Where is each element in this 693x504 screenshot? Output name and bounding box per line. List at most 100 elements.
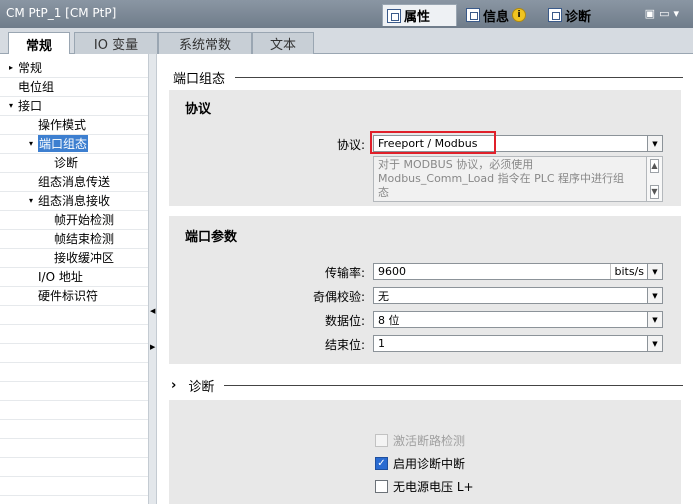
tree-item-label: I/O 地址 [38,270,83,284]
tree-item[interactable]: 诊断 [42,153,78,172]
tree-item[interactable]: ▸ 常规 [6,58,42,77]
tab-diagnostics-label: 诊断 [565,9,592,25]
tree-item-label: 接收缓冲区 [54,251,115,265]
checkmark-icon: ✓ [375,457,388,470]
tab-properties-label: 属性 [404,10,431,25]
expand-right-icon[interactable]: ▶ [150,343,155,351]
note-scrollbar[interactable]: ▲ ▼ [646,157,662,201]
minimize-icon[interactable]: ▭ [659,7,673,20]
tree-row-line [0,115,148,116]
tree-row-line [0,267,148,268]
tree-expander-icon[interactable]: ▸ [6,63,16,72]
tree-item[interactable]: 组态消息传送 [26,172,110,191]
chevron-down-icon[interactable]: ▼ [647,264,662,279]
tree-row-line [0,419,148,420]
tree-item[interactable]: 操作模式 [26,115,86,134]
section-divider [224,385,683,386]
tree-row-line [0,229,148,230]
tab-properties[interactable]: 属性 [382,4,457,26]
no-supply-voltage-label: 无电源电压 L+ [393,480,474,494]
tree-item[interactable]: 接收缓冲区 [42,248,114,267]
highlight-outline [370,131,496,154]
wire-break-checkbox[interactable]: 激活断路检测 [375,432,465,449]
tree-row-line [0,286,148,287]
baud-select[interactable]: 9600 bits/s ▼ [373,263,663,280]
tree-item[interactable]: 帧开始检测 [42,210,114,229]
tree-item-label: 端口组态 [38,135,89,152]
info-badge-icon: i [512,8,527,22]
restore-icon[interactable]: ▣ [645,7,659,20]
parity-value: 无 [378,289,389,303]
no-supply-voltage-checkbox[interactable]: 无电源电压 L+ [375,478,474,495]
tab-texts[interactable]: 文本 [252,32,314,54]
diagnostics-panel: 激活断路检测 ✓ 启用诊断中断 无电源电压 L+ [169,400,681,504]
tab-general[interactable]: 常规 [8,32,70,55]
section-diagnostics[interactable]: › 诊断 [171,376,683,395]
sub-tab-bar: 常规 IO 变量 系统常数 文本 [0,28,693,55]
baud-value: 9600 [378,265,406,278]
tree-item[interactable]: 帧结束检测 [42,229,114,248]
protocol-panel: 协议 协议: Freeport / Modbus ▼ 对于 MODBUS 协议，… [169,90,681,206]
tree-row-line [0,153,148,154]
section-port-config: 端口组态 [173,68,683,87]
section-diagnostics-title: 诊断 [188,380,215,395]
protocol-panel-title: 协议 [185,102,212,117]
wire-break-label: 激活断路检测 [393,434,466,448]
section-port-config-title: 端口组态 [173,72,226,87]
note-line-2: Modbus_Comm_Load 指令在 PLC 程序中进行组 [378,172,625,185]
tree-row-line [0,324,148,325]
tree-item[interactable]: ▾ 端口组态 [26,134,89,153]
tree-item-label: 电位组 [18,80,55,94]
tree-row-line [0,400,148,401]
tab-diagnostics[interactable]: 诊断 [544,4,620,26]
window-controls[interactable]: ▣▭▾ [645,7,683,20]
stopbits-label: 结束位: [324,338,365,352]
chevron-down-icon[interactable]: ▼ [647,136,662,151]
tree-row-line [0,210,148,211]
section-divider [235,77,683,78]
tab-info[interactable]: 信息 i [462,4,542,26]
parity-select[interactable]: 无 ▼ [373,287,663,304]
note-line-3: 态 [378,186,389,199]
tree-item-label: 组态消息接收 [38,194,111,208]
tree-item-label: 帧开始检测 [54,213,115,227]
tree-item[interactable]: 电位组 [6,77,54,96]
chevron-down-icon[interactable]: ▼ [647,312,662,327]
tree-item[interactable]: 硬件标识符 [26,286,98,305]
checkbox-icon [375,480,388,493]
tab-system-constants[interactable]: 系统常数 [158,32,252,54]
window-title: CM PtP_1 [CM PtP] [6,6,117,20]
stopbits-select[interactable]: 1 ▼ [373,335,663,352]
tab-io-tags[interactable]: IO 变量 [74,32,158,54]
tree-row-line [0,362,148,363]
tree-expander-icon[interactable]: ▾ [26,139,36,148]
chevron-down-icon[interactable]: ▾ [673,7,683,20]
parity-label: 奇偶校验: [312,290,365,304]
scroll-down-icon[interactable]: ▼ [650,185,659,199]
stopbits-value: 1 [378,337,385,350]
tree-item-label: 硬件标识符 [38,289,99,303]
tree-item[interactable]: I/O 地址 [26,267,83,286]
tree-item[interactable]: ▾ 组态消息接收 [26,191,110,210]
chevron-down-icon[interactable]: ▼ [647,336,662,351]
databits-select[interactable]: 8 位 ▼ [373,311,663,328]
tree-row-line [0,476,148,477]
tree-row-line [0,381,148,382]
tree-expander-icon[interactable]: ▾ [26,196,36,205]
databits-label: 数据位: [324,314,365,328]
window-titlebar: CM PtP_1 [CM PtP] 属性 信息 i 诊断 ▣▭▾ [0,0,693,28]
tree-item[interactable]: ▾ 接口 [6,96,42,115]
enable-diag-interrupt-checkbox[interactable]: ✓ 启用诊断中断 [375,455,465,472]
expand-chevron-icon[interactable]: › [171,378,176,393]
tree-expander-icon[interactable]: ▾ [6,101,16,110]
scroll-up-icon[interactable]: ▲ [650,159,659,173]
port-params-panel: 端口参数 传输率: 9600 bits/s ▼ 奇偶校验: 无 ▼ 数据位: 8… [169,216,681,364]
tree-item-label: 操作模式 [38,118,87,132]
collapse-left-icon[interactable]: ◀ [150,307,155,315]
panel-splitter[interactable]: ◀ ▶ [148,54,157,504]
tree-item-label: 常规 [18,61,43,75]
chevron-down-icon[interactable]: ▼ [647,288,662,303]
tab-info-label: 信息 [483,9,510,25]
tree-item-label: 组态消息传送 [38,175,111,189]
tree-row-line [0,96,148,97]
